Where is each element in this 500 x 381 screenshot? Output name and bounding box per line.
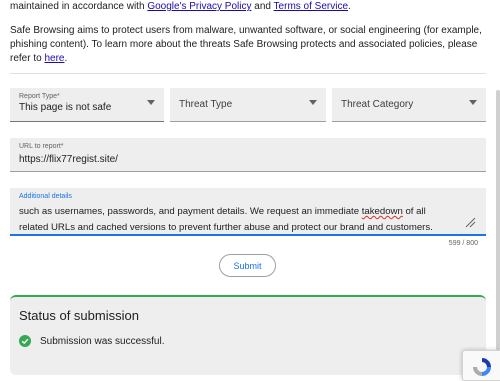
- description-suffix: .: [64, 53, 68, 64]
- url-label: URL to report*: [19, 143, 64, 150]
- terms-of-service-link[interactable]: Terms of Service: [274, 1, 348, 12]
- privacy-notice: maintained in accordance with Google's P…: [10, 0, 488, 14]
- dropdown-arrow-icon: [469, 100, 477, 105]
- recaptcha-icon: [473, 358, 491, 376]
- url-value: https://flix77regist.site/: [19, 154, 118, 165]
- status-message: Submission was successful.: [40, 336, 165, 347]
- url-input[interactable]: URL to report* https://flix77regist.site…: [10, 138, 486, 172]
- submit-button[interactable]: Submit: [219, 254, 276, 277]
- submission-status-panel: Status of submission Submission was succ…: [10, 295, 486, 375]
- status-title: Status of submission: [19, 308, 139, 323]
- report-type-select[interactable]: Report Type* This page is not safe: [10, 88, 164, 122]
- threat-type-select[interactable]: Threat Type: [170, 88, 326, 122]
- additional-details-textarea[interactable]: Additional details such as usernames, pa…: [10, 188, 486, 236]
- threat-category-select[interactable]: Threat Category: [332, 88, 486, 122]
- description-text: Safe Browsing aims to protect users from…: [10, 25, 482, 64]
- privacy-notice-text: maintained in accordance with: [10, 1, 148, 12]
- details-text-part: such as usernames, passwords, and paymen…: [19, 206, 362, 217]
- resize-handle-icon[interactable]: [464, 216, 476, 228]
- additional-details-label: Additional details: [19, 193, 72, 200]
- additional-details-value: such as usernames, passwords, and paymen…: [19, 204, 456, 236]
- recaptcha-badge[interactable]: [462, 350, 500, 381]
- safe-browsing-description: Safe Browsing aims to protect users from…: [10, 24, 488, 66]
- dropdown-arrow-icon: [147, 100, 155, 105]
- section-divider: [10, 73, 486, 74]
- character-counter: 599 / 800: [448, 240, 478, 247]
- privacy-notice-and: and: [251, 1, 274, 12]
- dropdown-arrow-icon: [309, 100, 317, 105]
- threat-category-placeholder: Threat Category: [341, 99, 414, 110]
- threat-type-placeholder: Threat Type: [179, 99, 233, 110]
- privacy-notice-suffix: .: [348, 1, 351, 12]
- privacy-policy-link[interactable]: Google's Privacy Policy: [147, 1, 251, 12]
- report-type-value: This page is not safe: [19, 102, 112, 113]
- page-scrollbar[interactable]: [496, 90, 500, 350]
- report-type-label: Report Type*: [19, 93, 60, 100]
- check-circle-icon: [19, 335, 31, 347]
- policies-here-link[interactable]: here: [44, 53, 64, 64]
- spellcheck-flagged-word: takedown: [361, 206, 403, 217]
